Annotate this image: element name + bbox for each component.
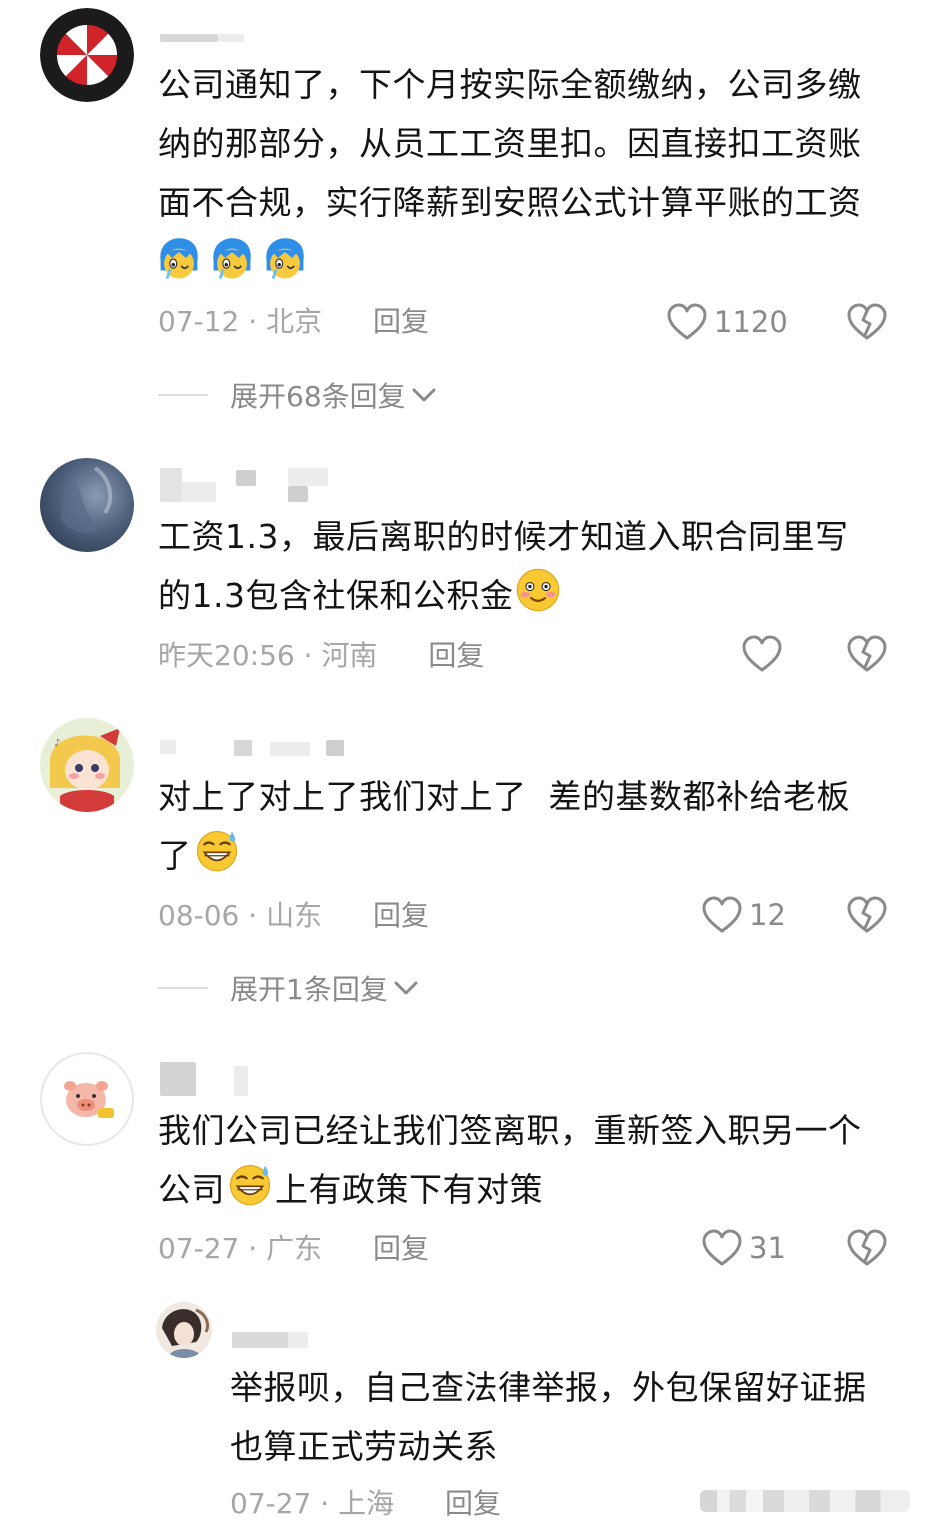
heart-outline-icon — [666, 302, 708, 342]
like-count: 31 — [749, 1231, 786, 1265]
comment-text-line: 的1.3包含社保和公积金 — [158, 576, 514, 615]
heart-outline-icon — [701, 1228, 743, 1268]
comment-text: 我们公司已经让我们签离职，重新签入职另一个 公司 上有政策下有对策 — [158, 1101, 898, 1219]
like-button[interactable]: 12 — [701, 895, 786, 935]
meta-separator: · — [239, 305, 267, 338]
reply-date: 07-27 — [230, 1487, 312, 1520]
like-button[interactable]: 1120 — [666, 302, 788, 342]
avatar[interactable] — [156, 1302, 212, 1358]
blue-hair-crying-emoji — [156, 236, 202, 282]
reply-meta: 07-27 · 上海 回复 — [230, 1486, 501, 1522]
meta-separator: · — [239, 899, 267, 932]
like-button[interactable]: 31 — [701, 1228, 786, 1268]
username-redacted[interactable] — [160, 468, 360, 504]
chevron-down-icon — [392, 978, 420, 998]
comment-date: 昨天20:56 — [158, 639, 295, 672]
umbrella-logo-avatar — [40, 8, 134, 102]
reply-button[interactable]: 回复 — [428, 639, 484, 672]
like-count: 12 — [749, 898, 786, 932]
emoji-row — [156, 236, 308, 284]
comment-location: 北京 — [266, 305, 323, 338]
comment-location: 河南 — [321, 639, 378, 672]
meta-separator: · — [311, 1487, 339, 1520]
blushing-smile-emoji — [515, 567, 561, 613]
comment-text: 对上了对上了我们对上了 差的基数都补给老板 了 — [158, 767, 898, 885]
comment-meta: 07-12 · 北京 回复 — [158, 304, 429, 340]
comment-meta: 07-27 · 广东 回复 — [158, 1231, 429, 1267]
like-count: 1120 — [714, 305, 788, 339]
reply-button[interactable]: 回复 — [373, 305, 429, 338]
meta-separator: · — [239, 1232, 267, 1265]
comment-date: 07-27 — [158, 1232, 240, 1265]
comment-meta: 昨天20:56 · 河南 回复 — [158, 638, 484, 674]
reply-button[interactable]: 回复 — [445, 1487, 501, 1520]
expand-replies-label: 展开1条回复 — [230, 973, 388, 1006]
pig-avatar — [40, 1052, 134, 1146]
comment-location: 山东 — [266, 899, 323, 932]
comment-text-line: 对上了对上了我们对上了 差的基数都补给老板 — [158, 777, 850, 816]
comment-text-line: 我们公司已经让我们签离职，重新签入职另一个 — [158, 1111, 862, 1150]
reply-text: 举报呗，自己查法律举报，外包保留好证据 也算正式劳动关系 — [230, 1358, 910, 1476]
comment-text-segment: 公司 — [158, 1170, 225, 1209]
avatar[interactable] — [40, 458, 134, 552]
broken-heart-icon[interactable] — [846, 1228, 888, 1268]
meta-separator: · — [294, 639, 322, 672]
comment-text-line: 纳的那部分，从员工工资里扣。因直接扣工资账 — [158, 124, 862, 163]
username-redacted[interactable] — [160, 738, 350, 760]
comment-text-line: 面不合规，实行降薪到安照公式计算平账的工资 — [158, 183, 862, 222]
heart-outline-icon — [701, 895, 743, 935]
username-redacted[interactable] — [232, 1330, 312, 1352]
expand-replies-label: 展开68条回复 — [230, 380, 406, 413]
anime-girl-avatar: ♪ — [40, 718, 134, 812]
chevron-down-icon — [410, 385, 438, 405]
grinning-sweat-emoji — [227, 1161, 273, 1207]
blue-hair-crying-emoji — [209, 236, 255, 282]
expand-replies-button[interactable]: 展开1条回复 — [158, 970, 420, 1006]
avatar[interactable] — [40, 8, 134, 102]
comment-text: 公司通知了，下个月按实际全额缴纳，公司多缴 纳的那部分，从员工工资里扣。因直接扣… — [158, 55, 898, 232]
reply-text-line: 也算正式劳动关系 — [230, 1427, 498, 1466]
divider — [158, 987, 208, 989]
blurred-watermark — [700, 1486, 910, 1516]
comment-date: 07-12 — [158, 305, 240, 338]
expand-replies-button[interactable]: 展开68条回复 — [158, 377, 438, 413]
comment-location: 广东 — [266, 1232, 323, 1265]
reply-text-line: 举报呗，自己查法律举报，外包保留好证据 — [230, 1368, 867, 1407]
grinning-sweat-emoji — [194, 827, 240, 873]
comment-date: 08-06 — [158, 899, 240, 932]
comment-text-segment: 上有政策下有对策 — [275, 1170, 543, 1209]
broken-heart-icon[interactable] — [846, 634, 888, 674]
reply-location: 上海 — [338, 1487, 395, 1520]
cloud-sky-avatar — [40, 458, 134, 552]
heart-outline-icon — [741, 634, 783, 674]
divider — [158, 394, 208, 396]
avatar[interactable] — [40, 1052, 134, 1146]
comment-text: 工资1.3，最后离职的时候才知道入职合同里写 的1.3包含社保和公积金 — [158, 507, 898, 625]
comment-text-line: 工资1.3，最后离职的时候才知道入职合同里写 — [158, 517, 849, 556]
comment-text-line: 了 — [158, 836, 192, 875]
username-redacted[interactable] — [160, 28, 250, 50]
svg-text:♪: ♪ — [54, 738, 60, 749]
illustrated-person-avatar — [156, 1302, 212, 1358]
broken-heart-icon[interactable] — [846, 895, 888, 935]
reply-button[interactable]: 回复 — [373, 899, 429, 932]
reply-button[interactable]: 回复 — [373, 1232, 429, 1265]
broken-heart-icon[interactable] — [846, 302, 888, 342]
like-button[interactable] — [741, 634, 783, 674]
comment-meta: 08-06 · 山东 回复 — [158, 898, 429, 934]
username-redacted[interactable] — [160, 1062, 260, 1098]
avatar[interactable]: ♪ — [40, 718, 134, 812]
blue-hair-crying-emoji — [262, 236, 308, 282]
comment-text-line: 公司通知了，下个月按实际全额缴纳，公司多缴 — [158, 65, 862, 104]
